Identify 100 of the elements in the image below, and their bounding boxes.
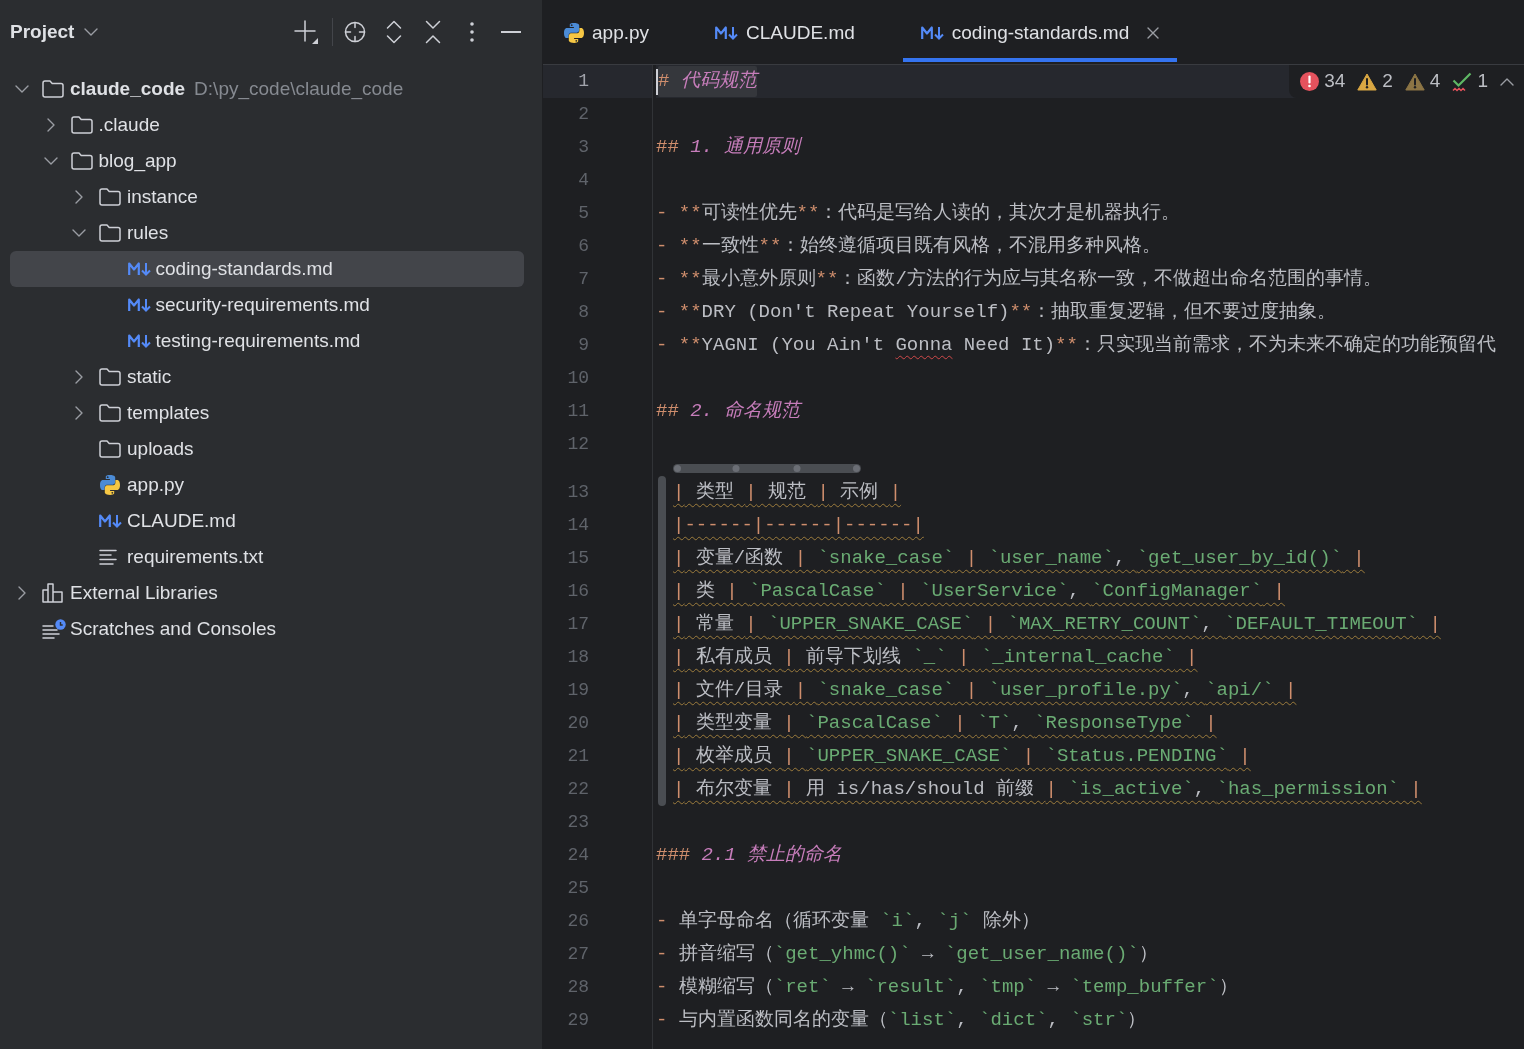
markdown-icon [920,26,945,40]
code-line: | 常量 | `UPPER_SNAKE_CASE` | `MAX_RETRY_COUNT`, `DEFAULT_TIMEOUT` | [673,612,1441,637]
chevron-down-icon[interactable] [15,85,29,93]
row-handle-bar[interactable] [658,476,666,806]
tree-item[interactable]: claude_code D:\py_code\claude_code [10,71,524,107]
chevron-right-icon[interactable] [75,190,83,204]
line-number: 3 [577,136,590,159]
folder-icon [99,368,121,386]
tree-item[interactable]: rules [10,215,524,251]
line-number: 9 [577,334,590,357]
error-icon [1300,72,1320,91]
line-number: 17 [566,613,590,636]
python-file-icon [99,474,121,496]
line-number: 24 [566,844,590,867]
more-icon[interactable] [470,22,474,42]
line-number: 4 [577,169,590,192]
column-handle-bar[interactable] [673,464,861,473]
folder-icon [70,152,93,170]
typo-counter[interactable]: 1 [1452,67,1488,96]
markdown-icon [127,334,152,348]
add-icon[interactable] [294,20,318,44]
folder-icon [70,116,93,134]
code-line: - 拼音缩写（`get_yhmc()` → `get_user_name()`） [656,942,1158,967]
code-line: - 模糊缩写（`ret` → `result`, `tmp` → `temp_buffer`） [656,975,1238,1000]
tree-item[interactable]: app.py [10,467,524,503]
python-file-icon [563,22,585,44]
text-cursor [656,68,658,95]
line-number: 22 [566,778,590,801]
line-number: 13 [566,481,590,504]
tree-item[interactable]: templates [10,395,524,431]
line-number: 8 [577,301,590,324]
code-line: | 类型 | 规范 | 示例 | [673,480,902,505]
code-line: | 文件/目录 | `snake_case` | `user_profile.py`, `api/` | [673,678,1297,703]
line-number: 29 [566,1009,590,1032]
line-number: 21 [566,745,590,768]
code-line: - **YAGNI (You Ain't Gonna Need It)**：只实现当前需求，不为未来不确定的功能预留代 [656,333,1496,358]
markdown-icon [715,26,740,40]
folder-icon [99,440,121,458]
chevron-down-icon[interactable] [84,28,99,36]
warning-counter[interactable]: 2 [1357,67,1393,96]
clock-lines-icon [42,619,66,639]
inward-chevrons-icon[interactable] [425,20,441,44]
line-number: 16 [566,580,590,603]
markdown-icon [127,262,152,276]
code-line: | 类 | `PascalCase` | `UserService`, `ConfigManager` | [673,579,1285,604]
tree-item[interactable]: static [10,359,524,395]
line-number: 19 [566,679,590,702]
code-line: ## 1. 通用原则 [656,135,801,160]
tree-item[interactable]: uploads [10,431,524,467]
line-number: 26 [566,910,590,933]
line-number: 20 [566,712,590,735]
tree-item[interactable]: .claude [10,107,524,143]
weak-warning-counter[interactable]: 4 [1404,67,1441,96]
line-number: 7 [577,268,590,291]
tree-item[interactable]: requirements.txt [10,539,524,575]
tree-item[interactable]: instance [10,179,524,215]
tree-item[interactable]: blog_app [10,143,524,179]
crosshair-icon[interactable] [344,21,366,43]
code-line: |------|------|------| [673,513,924,538]
code-line: | 变量/函数 | `snake_case` | `user_name`, `get_user_by_id()` | [673,546,1365,571]
folder-icon [42,80,64,98]
editor-tab[interactable]: CLAUDE.md [697,0,903,62]
tree-item[interactable]: CLAUDE.md [10,503,524,539]
chevron-down-icon[interactable] [43,157,58,165]
tree-item[interactable]: coding-standards.md [10,251,524,287]
chevron-right-icon[interactable] [46,118,55,132]
line-number: 23 [566,811,590,834]
editor-tab[interactable]: app.py [545,0,698,62]
chevron-right-icon[interactable] [18,586,26,600]
close-icon[interactable] [1147,27,1160,39]
text-file-icon [99,549,119,565]
chevron-right-icon[interactable] [75,370,83,384]
code-line: | 枚举成员 | `UPPER_SNAKE_CASE` | `Status.PENDING` | [673,744,1251,769]
chevron-up-icon[interactable] [1500,77,1514,86]
code-line: - **最小意外原则**：函数/方法的行为应与其名称一致，不做超出命名范围的事情。 [656,267,1382,292]
line-number: 28 [566,976,590,999]
up-down-chevrons-icon[interactable] [386,20,402,44]
chevron-right-icon[interactable] [75,406,83,420]
line-number: 11 [566,400,590,423]
chevron-down-icon[interactable] [72,229,86,237]
code-line: ### 2.1 禁止的命名 [656,843,843,868]
code-line: - **可读性优先**：代码是写给人读的，其次才是机器执行。 [656,201,1181,226]
folder-icon [99,188,121,206]
line-number: 27 [566,943,590,966]
line-number: 10 [566,367,590,390]
tree-item[interactable]: External Libraries [10,575,524,611]
code-line: - **一致性**：始终遵循项目既有风格，不混用多种风格。 [656,234,1162,259]
tree-item[interactable]: testing-requirements.md [10,323,524,359]
code-line: | 类型变量 | `PascalCase` | `T`, `ResponseType` | [673,711,1217,736]
tree-item[interactable]: Scratches and Consoles [10,611,524,647]
code-line: - 单字母命名（循环变量 `i`, `j` 除外） [656,909,1040,934]
line-number: 25 [566,877,590,900]
project-view-selector[interactable]: Project [10,17,99,47]
error-counter[interactable]: 34 [1300,67,1346,96]
line-number: 14 [566,514,590,537]
code-line: - **DRY (Don't Repeat Yourself)**：抽取重复逻辑，但不要过度抽象。 [656,300,1337,325]
line-number: 12 [566,433,590,456]
tree-item[interactable]: security-requirements.md [10,287,524,323]
markdown-icon [127,298,152,312]
line-number: 5 [577,202,590,225]
